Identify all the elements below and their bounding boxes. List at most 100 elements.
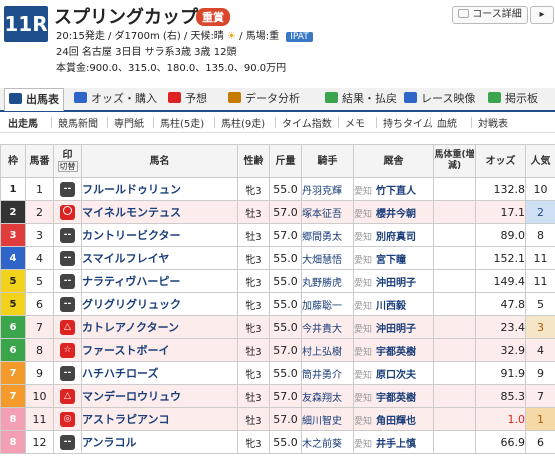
mark-cell[interactable]: ☆: [53, 338, 82, 362]
horse-name-link[interactable]: カントリービクター: [81, 223, 238, 247]
subnav-item-2[interactable]: 専門紙: [114, 115, 144, 130]
trainer-link[interactable]: 沖田明子: [376, 324, 416, 335]
mark-cell[interactable]: --: [53, 246, 82, 270]
no-mark-icon[interactable]: --: [60, 227, 75, 243]
tab-5[interactable]: レース映像: [404, 88, 475, 110]
mark-cell[interactable]: --: [53, 430, 82, 454]
trainer-link[interactable]: 川西毅: [376, 301, 406, 312]
triangle-mark-icon[interactable]: △: [60, 319, 75, 335]
tab-label: オッズ・購入: [91, 92, 157, 105]
jockey-link[interactable]: 筒井勇介: [301, 361, 354, 385]
tab-2[interactable]: 予想: [168, 88, 207, 110]
trainer-link[interactable]: 沖田明子: [376, 278, 416, 289]
trainer-link[interactable]: 竹下直人: [376, 186, 416, 197]
trainer-link[interactable]: 宮下瞳: [376, 255, 406, 266]
mark-toggle-button[interactable]: 切替: [57, 161, 78, 172]
horse-name-link[interactable]: スマイルフレイヤ: [81, 246, 238, 270]
subnav-divider: [338, 117, 339, 128]
mark-cell[interactable]: △: [53, 315, 82, 339]
waku-cell: 7: [0, 361, 26, 385]
no-mark-icon[interactable]: --: [60, 434, 75, 450]
tab-3[interactable]: データ分析: [228, 88, 300, 110]
no-mark-icon[interactable]: --: [60, 296, 75, 312]
jockey-link[interactable]: 友森翔太: [301, 384, 354, 408]
no-mark-icon[interactable]: --: [60, 273, 75, 289]
jockey-link[interactable]: 木之前葵: [301, 430, 354, 454]
horse-number: 8: [25, 338, 54, 362]
col-weight: 馬体重(増減): [433, 144, 476, 178]
trainer-link[interactable]: 原口次夫: [376, 370, 416, 381]
no-mark-icon[interactable]: --: [60, 250, 75, 266]
jockey-link[interactable]: 加藤聡一: [301, 292, 354, 316]
sex-age: 牝3: [237, 430, 270, 454]
popularity: 8: [525, 223, 555, 247]
jockey-link[interactable]: 丹羽克輝: [301, 177, 354, 201]
mark-cell[interactable]: --: [53, 269, 82, 293]
ipat-badge[interactable]: IPAT: [286, 32, 313, 42]
jockey-link[interactable]: 郷間勇太: [301, 223, 354, 247]
horse-name-link[interactable]: アンラコル: [81, 430, 238, 454]
trainer-link[interactable]: 角田輝也: [376, 416, 416, 427]
subnav-item-5[interactable]: タイム指数: [282, 115, 332, 130]
mark-cell[interactable]: --: [53, 292, 82, 316]
horse-name-link[interactable]: カトレアノクターン: [81, 315, 238, 339]
horse-number: 12: [25, 430, 54, 454]
tab-0[interactable]: 出馬表: [4, 88, 64, 111]
jockey-link[interactable]: 大畑慧悟: [301, 246, 354, 270]
subnav-item-4[interactable]: 馬柱(9走): [221, 115, 265, 130]
no-mark-icon[interactable]: --: [60, 365, 75, 381]
subnav-item-1[interactable]: 競馬新聞: [58, 115, 98, 130]
tab-label: データ分析: [245, 92, 300, 105]
horse-name-link[interactable]: マイネルモンテュス: [81, 200, 238, 224]
mark-cell[interactable]: △: [53, 384, 82, 408]
sun-icon: ☀: [227, 31, 236, 42]
race-number: 11R: [4, 6, 48, 42]
jockey-link[interactable]: 丸野勝虎: [301, 269, 354, 293]
result-icon: [325, 92, 338, 103]
star-mark-icon[interactable]: ☆: [60, 342, 75, 358]
subnav-item-9[interactable]: 対戦表: [478, 115, 508, 130]
circle-mark-icon[interactable]: [60, 204, 75, 220]
board-icon: [488, 92, 501, 103]
subnav-item-6[interactable]: メモ: [345, 115, 365, 130]
jockey-link[interactable]: 塚本征吾: [301, 200, 354, 224]
horse-name-link[interactable]: マンデーロウリュウ: [81, 384, 238, 408]
horse-name-link[interactable]: フルールドゥリュン: [81, 177, 238, 201]
horse-name-link[interactable]: ハチハチローズ: [81, 361, 238, 385]
no-mark-icon[interactable]: --: [60, 181, 75, 197]
more-button[interactable]: ▸: [530, 6, 554, 24]
mark-cell[interactable]: --: [53, 223, 82, 247]
double-circle-mark-icon[interactable]: ◎: [60, 411, 75, 427]
trainer-link[interactable]: 宇都英樹: [376, 347, 416, 358]
jockey-link[interactable]: 細川智史: [301, 407, 354, 431]
trainer-link[interactable]: 櫻井今朝: [376, 209, 416, 220]
jockey-link[interactable]: 今井貴大: [301, 315, 354, 339]
trainer-link[interactable]: 別府真司: [376, 232, 416, 243]
mark-cell[interactable]: ◎: [53, 407, 82, 431]
triangle-mark-icon[interactable]: △: [60, 388, 75, 404]
waku-cell: 3: [0, 223, 26, 247]
mark-cell[interactable]: --: [53, 177, 82, 201]
trainer-area: 愛知: [354, 347, 373, 358]
tab-4[interactable]: 結果・払戻: [325, 88, 397, 110]
jockey-link[interactable]: 村上弘樹: [301, 338, 354, 362]
subnav-divider: [153, 117, 154, 128]
waku-cell: 8: [0, 407, 26, 431]
trainer-link[interactable]: 宇都英樹: [376, 393, 416, 404]
subnav-item-7[interactable]: 持ちタイム: [383, 115, 433, 130]
odds-value: 91.9: [475, 361, 526, 385]
horse-name-link[interactable]: ナラティヴハーピー: [81, 269, 238, 293]
tab-1[interactable]: オッズ・購入: [74, 88, 157, 110]
horse-name-link[interactable]: グリグリグリュック: [81, 292, 238, 316]
tab-6[interactable]: 掲示板: [488, 88, 538, 110]
course-detail-button[interactable]: コース詳細: [452, 6, 528, 24]
mark-cell[interactable]: --: [53, 361, 82, 385]
mark-cell[interactable]: [53, 200, 82, 224]
weight-carried: 55.0: [269, 430, 302, 454]
subnav-item-0[interactable]: 出走馬: [8, 115, 38, 130]
subnav-item-3[interactable]: 馬柱(5走): [160, 115, 204, 130]
subnav-item-8[interactable]: 血統: [437, 115, 457, 130]
horse-name-link[interactable]: ファーストボーイ: [81, 338, 238, 362]
horse-name-link[interactable]: アストラピアンコ: [81, 407, 238, 431]
trainer-link[interactable]: 井手上慎: [376, 439, 416, 450]
